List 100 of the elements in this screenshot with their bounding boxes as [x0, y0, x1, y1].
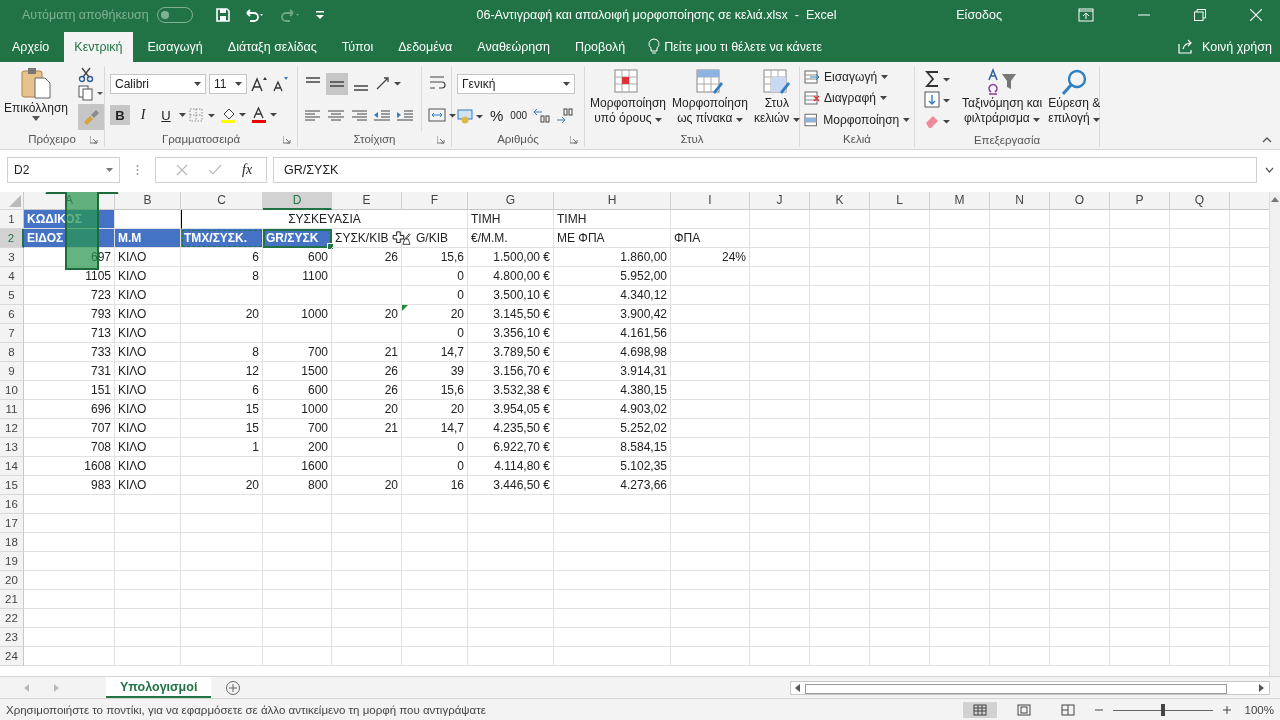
- empty-cell[interactable]: [1110, 305, 1170, 324]
- table-cell[interactable]: 3.532,38 €: [468, 381, 554, 400]
- empty-cell[interactable]: [930, 628, 990, 647]
- empty-cell[interactable]: [750, 305, 810, 324]
- ribbon-tab[interactable]: Αρχείο: [2, 32, 60, 62]
- row-header[interactable]: 23: [0, 628, 24, 647]
- empty-cell[interactable]: [554, 533, 671, 552]
- empty-cell[interactable]: [750, 419, 810, 438]
- empty-cell[interactable]: [115, 533, 181, 552]
- empty-cell[interactable]: [671, 400, 750, 419]
- column-header[interactable]: O: [1050, 192, 1110, 210]
- empty-cell[interactable]: [1050, 571, 1110, 590]
- empty-cell[interactable]: [870, 457, 930, 476]
- empty-cell[interactable]: [332, 324, 402, 343]
- empty-cell[interactable]: [930, 229, 990, 248]
- add-sheet-icon[interactable]: [225, 679, 242, 696]
- empty-cell[interactable]: [1110, 476, 1170, 495]
- style-gallery-button[interactable]: Μορφοποίηση ως πίνακα: [672, 68, 748, 126]
- empty-cell[interactable]: [671, 438, 750, 457]
- empty-cell[interactable]: [263, 514, 332, 533]
- empty-cell[interactable]: [1110, 210, 1170, 229]
- table-cell[interactable]: 20: [332, 400, 402, 419]
- empty-cell[interactable]: [263, 590, 332, 609]
- table-cell[interactable]: ΚΙΛΟ: [115, 324, 181, 343]
- table-cell[interactable]: 3.145,50 €: [468, 305, 554, 324]
- empty-cell[interactable]: [750, 552, 810, 571]
- empty-cell[interactable]: [810, 324, 870, 343]
- empty-cell[interactable]: [1170, 552, 1230, 571]
- table-cell[interactable]: 20: [402, 400, 468, 419]
- empty-cell[interactable]: [263, 286, 332, 305]
- empty-cell[interactable]: [468, 647, 554, 666]
- table-cell[interactable]: ΚΙΛΟ: [115, 381, 181, 400]
- row-header[interactable]: 3: [0, 248, 24, 267]
- table-cell[interactable]: 3.356,10 €: [468, 324, 554, 343]
- table-cell[interactable]: GR/ΣΥΣΚ: [263, 229, 332, 248]
- empty-cell[interactable]: [1110, 571, 1170, 590]
- empty-cell[interactable]: [1170, 210, 1230, 229]
- empty-cell[interactable]: [263, 647, 332, 666]
- empty-cell[interactable]: [1110, 457, 1170, 476]
- empty-cell[interactable]: [810, 248, 870, 267]
- empty-cell[interactable]: [990, 647, 1050, 666]
- insert-function-button[interactable]: fx: [242, 162, 253, 178]
- empty-cell[interactable]: [870, 381, 930, 400]
- empty-cell[interactable]: [870, 438, 930, 457]
- empty-cell[interactable]: [990, 514, 1050, 533]
- empty-cell[interactable]: [671, 286, 750, 305]
- table-cell[interactable]: 14,7: [402, 419, 468, 438]
- table-cell[interactable]: 26: [332, 381, 402, 400]
- vertical-scrollbar[interactable]: [1269, 192, 1280, 676]
- empty-cell[interactable]: [990, 362, 1050, 381]
- cancel-icon[interactable]: [176, 164, 188, 176]
- column-header[interactable]: B: [115, 192, 181, 210]
- empty-cell[interactable]: [181, 609, 263, 628]
- empty-cell[interactable]: [1050, 457, 1110, 476]
- empty-cell[interactable]: [671, 514, 750, 533]
- empty-cell[interactable]: [990, 248, 1050, 267]
- table-cell[interactable]: 0: [402, 438, 468, 457]
- empty-cell[interactable]: [1050, 419, 1110, 438]
- empty-cell[interactable]: [402, 628, 468, 647]
- row-header[interactable]: 21: [0, 590, 24, 609]
- empty-cell[interactable]: [810, 438, 870, 457]
- empty-cell[interactable]: [810, 457, 870, 476]
- empty-cell[interactable]: [671, 609, 750, 628]
- scroll-up-icon[interactable]: [1271, 196, 1279, 202]
- empty-cell[interactable]: [810, 381, 870, 400]
- table-cell[interactable]: ΚΙΛΟ: [115, 305, 181, 324]
- empty-cell[interactable]: [870, 210, 930, 229]
- ribbon-tab[interactable]: Προβολή: [564, 32, 636, 62]
- empty-cell[interactable]: [750, 229, 810, 248]
- table-cell[interactable]: 1.500,00 €: [468, 248, 554, 267]
- empty-cell[interactable]: [870, 324, 930, 343]
- empty-cell[interactable]: [468, 590, 554, 609]
- empty-cell[interactable]: [332, 267, 402, 286]
- empty-cell[interactable]: [671, 267, 750, 286]
- table-cell[interactable]: 21: [332, 343, 402, 362]
- font-color-icon[interactable]: [251, 106, 279, 125]
- empty-cell[interactable]: [810, 267, 870, 286]
- row-header[interactable]: 9: [0, 362, 24, 381]
- table-cell[interactable]: 3.914,31: [554, 362, 671, 381]
- empty-cell[interactable]: [1170, 229, 1230, 248]
- table-cell[interactable]: ΤΜΧ/ΣΥΣΚ.: [181, 229, 263, 248]
- empty-cell[interactable]: [1050, 324, 1110, 343]
- empty-cell[interactable]: [1050, 533, 1110, 552]
- empty-cell[interactable]: [671, 381, 750, 400]
- empty-cell[interactable]: [671, 457, 750, 476]
- close-icon[interactable]: [1250, 9, 1262, 21]
- empty-cell[interactable]: [263, 324, 332, 343]
- row-header[interactable]: 17: [0, 514, 24, 533]
- empty-cell[interactable]: [181, 628, 263, 647]
- empty-cell[interactable]: [1050, 552, 1110, 571]
- paste-button[interactable]: Επικόλληση: [4, 66, 68, 131]
- zoom-in-icon[interactable]: [1222, 706, 1231, 714]
- table-cell[interactable]: 0: [402, 267, 468, 286]
- grow-font-icon[interactable]: [250, 75, 268, 92]
- empty-cell[interactable]: [332, 438, 402, 457]
- empty-cell[interactable]: [671, 590, 750, 609]
- empty-cell[interactable]: [990, 609, 1050, 628]
- empty-cell[interactable]: [990, 419, 1050, 438]
- empty-cell[interactable]: [671, 571, 750, 590]
- scroll-left-icon[interactable]: [795, 683, 801, 692]
